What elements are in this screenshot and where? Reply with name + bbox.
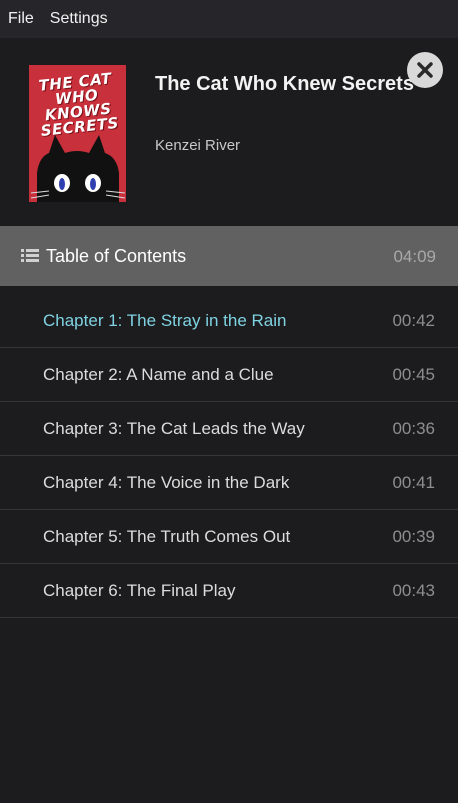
- menu-file[interactable]: File: [0, 10, 42, 28]
- chapter-duration: 00:36: [392, 419, 435, 438]
- chapter-duration: 00:41: [392, 473, 435, 492]
- chapter-item[interactable]: Chapter 2: A Name and a Clue 00:45: [0, 348, 458, 402]
- book-header: THE CAT WHO KNOWS SECRETS The Cat Who Knew …: [0, 38, 458, 226]
- chapter-item[interactable]: Chapter 1: The Stray in the Rain 00:42: [0, 294, 458, 348]
- chapter-duration: 00:45: [392, 365, 435, 384]
- chapter-label: Chapter 2: A Name and a Clue: [43, 365, 274, 384]
- chapter-label: Chapter 1: The Stray in the Rain: [43, 311, 287, 330]
- toc-header[interactable]: Table of Contents 04:09: [0, 226, 458, 286]
- chapter-duration: 00:42: [392, 311, 435, 330]
- chapter-duration: 00:39: [392, 527, 435, 546]
- chapter-label: Chapter 4: The Voice in the Dark: [43, 473, 290, 492]
- chapter-list: Chapter 1: The Stray in the Rain 00:42 C…: [0, 294, 458, 618]
- chapter-label: Chapter 6: The Final Play: [43, 581, 236, 600]
- menu-bar: File Settings: [0, 0, 458, 39]
- chapter-item[interactable]: Chapter 5: The Truth Comes Out 00:39: [0, 510, 458, 564]
- toc-total-time: 04:09: [393, 247, 436, 266]
- chapter-item[interactable]: Chapter 3: The Cat Leads the Way 00:36: [0, 402, 458, 456]
- book-author: Kenzei River: [155, 137, 241, 154]
- close-button[interactable]: [407, 52, 443, 88]
- menu-settings[interactable]: Settings: [42, 10, 116, 28]
- book-title: The Cat Who Knew Secrets: [155, 73, 414, 95]
- toc-title: Table of Contents: [46, 246, 187, 266]
- chapter-item[interactable]: Chapter 6: The Final Play 00:43: [0, 564, 458, 618]
- book-cover: THE CAT WHO KNOWS SECRETS: [29, 65, 126, 202]
- chapter-label: Chapter 5: The Truth Comes Out: [43, 527, 291, 546]
- list-icon: [21, 249, 39, 262]
- chapter-item[interactable]: Chapter 4: The Voice in the Dark 00:41: [0, 456, 458, 510]
- chapter-duration: 00:43: [392, 581, 435, 600]
- close-icon: [417, 62, 433, 78]
- chapter-label: Chapter 3: The Cat Leads the Way: [43, 419, 305, 438]
- cat-illustration: [30, 135, 126, 202]
